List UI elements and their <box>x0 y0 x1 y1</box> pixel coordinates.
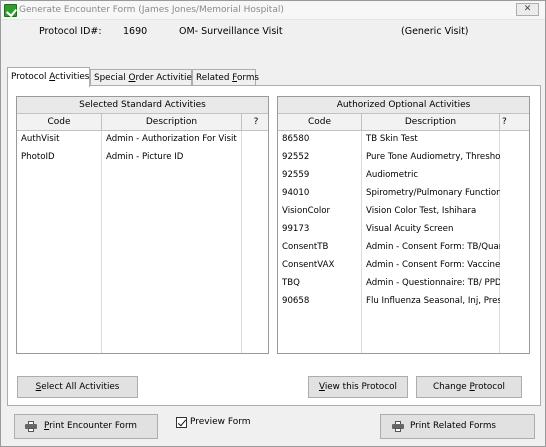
cell-code: AuthVisit <box>21 134 60 144</box>
table-row[interactable]: TBQ Admin - Questionnaire: TB/ PPD <box>278 275 529 293</box>
cell-code: TBQ <box>282 278 300 288</box>
column-header-description[interactable]: Description <box>102 114 242 131</box>
cell-code: 94010 <box>282 188 310 198</box>
title-bar: Generate Encounter Form (James Jones/Mem… <box>1 1 545 20</box>
column-header-code[interactable]: Code <box>278 114 362 131</box>
cell-code: 86580 <box>282 134 310 144</box>
grid-caption: Authorized Optional Activities <box>278 97 529 114</box>
table-row[interactable]: 92552 Pure Tone Audiometry, Thresholc <box>278 149 529 167</box>
table-row[interactable]: 90658 Flu Influenza Seasonal, Inj, Prese… <box>278 293 529 311</box>
grid-body: AuthVisit Admin - Authorization For Visi… <box>17 131 268 353</box>
cell-code: VisionColor <box>282 206 331 216</box>
table-row[interactable]: 94010 Spirometry/Pulmonary Function <box>278 185 529 203</box>
protocol-activities-panel: Selected Standard Activities Code Descri… <box>7 85 541 406</box>
preview-form-label: Preview Form <box>190 417 251 427</box>
print-encounter-form-button[interactable]: Print Encounter Form <box>14 414 158 439</box>
standard-activities-grid: Selected Standard Activities Code Descri… <box>16 96 269 354</box>
table-row[interactable]: ConsentTB Admin - Consent Form: TB/Quan <box>278 239 529 257</box>
column-header-flag[interactable]: ? <box>500 114 529 131</box>
protocol-name: OM- Surveillance Visit <box>179 26 283 37</box>
window-title: Generate Encounter Form (James Jones/Mem… <box>19 5 284 15</box>
table-row[interactable]: 86580 TB Skin Test <box>278 131 529 149</box>
table-row[interactable]: AuthVisit Admin - Authorization For Visi… <box>17 131 268 149</box>
cell-description: Admin - Questionnaire: TB/ PPD <box>366 278 500 288</box>
cell-code: ConsentVAX <box>282 260 335 270</box>
cell-code: 99173 <box>282 224 310 234</box>
cell-description: Admin - Consent Form: TB/Quan <box>366 242 500 252</box>
tab-special-order-activities[interactable]: Special Order Activities <box>90 69 196 86</box>
cell-code: 90658 <box>282 296 310 306</box>
cell-description: Admin - Authorization For Visit <box>106 134 237 144</box>
encounter-form-window: Generate Encounter Form (James Jones/Mem… <box>0 0 546 447</box>
cell-description: Admin - Consent Form: Vaccines <box>366 260 500 270</box>
cell-description: Admin - Picture ID <box>106 152 184 162</box>
printer-icon <box>392 421 404 432</box>
cell-description: Flu Influenza Seasonal, Inj, Preser <box>366 296 500 306</box>
optional-activities-grid: Authorized Optional Activities Code Desc… <box>277 96 530 354</box>
print-related-forms-button[interactable]: Print Related Forms <box>380 414 535 439</box>
cell-code: 92559 <box>282 170 310 180</box>
grid-header: Code Description ? <box>278 114 529 131</box>
cell-description: Vision Color Test, Ishihara <box>366 206 477 216</box>
close-button[interactable]: ✕ <box>516 3 539 16</box>
column-header-description[interactable]: Description <box>362 114 500 131</box>
grid-caption: Selected Standard Activities <box>17 97 268 114</box>
change-protocol-button[interactable]: Change Protocol <box>416 376 522 398</box>
table-row[interactable]: 92559 Audiometric <box>278 167 529 185</box>
grid-body: 86580 TB Skin Test 92552 Pure Tone Audio… <box>278 131 529 353</box>
cell-code: 92552 <box>282 152 310 162</box>
grid-header: Code Description ? <box>17 114 268 131</box>
cell-description: Pure Tone Audiometry, Thresholc <box>366 152 500 162</box>
tab-protocol-activities[interactable]: Protocol Activities <box>7 67 90 87</box>
cell-description: Visual Acuity Screen <box>366 224 454 234</box>
table-row[interactable]: PhotoID Admin - Picture ID <box>17 149 268 167</box>
app-icon <box>4 4 17 17</box>
cell-code: PhotoID <box>21 152 55 162</box>
column-header-flag[interactable]: ? <box>242 114 268 131</box>
preview-form-checkbox[interactable] <box>176 417 187 428</box>
cell-code: ConsentTB <box>282 242 329 252</box>
cell-description: Audiometric <box>366 170 419 180</box>
protocol-id-value: 1690 <box>123 26 148 37</box>
table-row[interactable]: VisionColor Vision Color Test, Ishihara <box>278 203 529 221</box>
cell-description: Spirometry/Pulmonary Function <box>366 188 500 198</box>
select-all-activities-button[interactable]: Select All Activities <box>17 376 138 398</box>
view-protocol-button[interactable]: View this Protocol <box>308 376 408 398</box>
table-row[interactable]: 99173 Visual Acuity Screen <box>278 221 529 239</box>
protocol-id-label: Protocol ID#: <box>39 26 102 37</box>
column-header-code[interactable]: Code <box>17 114 102 131</box>
cell-description: TB Skin Test <box>366 134 418 144</box>
printer-icon <box>25 421 37 432</box>
table-row[interactable]: ConsentVAX Admin - Consent Form: Vaccine… <box>278 257 529 275</box>
visit-type: (Generic Visit) <box>401 26 469 37</box>
tab-related-forms[interactable]: Related Forms <box>192 69 259 86</box>
